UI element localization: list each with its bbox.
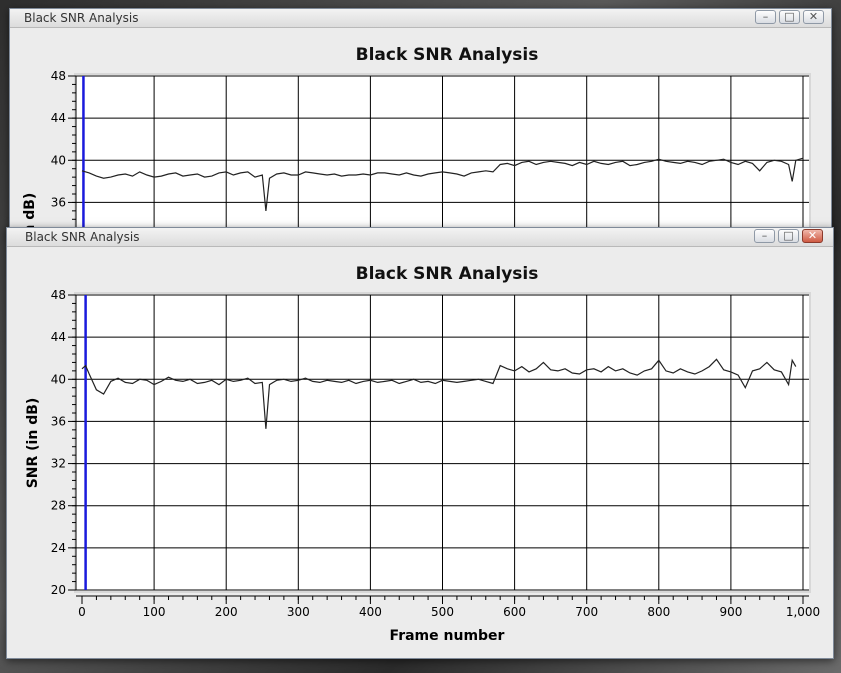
- maximize-icon: □: [783, 229, 794, 242]
- x-tick-label: 200: [215, 605, 238, 619]
- y-tick-label: 48: [51, 288, 66, 302]
- snr-chart: Black SNR Analysis 48 44 40 36 32 28 24 20 SNR (i…: [25, 264, 820, 644]
- y-tick-label: 24: [51, 541, 66, 555]
- minimize-button[interactable]: –: [754, 229, 775, 243]
- y-tick-label: 28: [51, 499, 66, 513]
- window-title: Black SNR Analysis: [25, 230, 140, 244]
- x-tick-label: 300: [287, 605, 310, 619]
- x-tick-label: 700: [575, 605, 598, 619]
- y-tick-label: 36: [51, 195, 66, 209]
- minimize-icon: –: [762, 10, 769, 23]
- chart-title: Black SNR Analysis: [356, 264, 539, 284]
- x-tick-label: 900: [719, 605, 742, 619]
- x-tick-label: 100: [143, 605, 166, 619]
- close-button[interactable]: ✕: [803, 10, 824, 24]
- chart-title: Black SNR Analysis: [356, 45, 539, 65]
- y-tick-label: 40: [51, 153, 66, 167]
- x-tick-label: 400: [359, 605, 382, 619]
- x-tick-label: 600: [503, 605, 526, 619]
- maximize-icon: □: [784, 10, 795, 23]
- minimize-button[interactable]: –: [755, 10, 776, 24]
- close-icon: ✕: [807, 229, 818, 242]
- snr-chart: Black SNR Analysis48444036SNR (in dB): [22, 45, 811, 239]
- maximize-button[interactable]: □: [778, 229, 799, 243]
- window-titlebar[interactable]: Black SNR Analysis – □ ✕: [7, 228, 833, 247]
- y-tick-label: 36: [51, 414, 66, 428]
- x-tick-label: 800: [647, 605, 670, 619]
- maximize-button[interactable]: □: [779, 10, 800, 24]
- y-tick-label: 44: [51, 330, 66, 344]
- y-tick-label: 44: [51, 111, 66, 125]
- y-tick-label: 40: [51, 372, 66, 386]
- y-axis-label: SNR (in dB): [25, 398, 41, 489]
- window-titlebar[interactable]: Black SNR Analysis – □ ✕: [10, 9, 831, 28]
- x-tick-label: 500: [431, 605, 454, 619]
- snr-window-front[interactable]: Black SNR Analysis – □ ✕ Black SNR Analy…: [6, 227, 834, 659]
- minimize-icon: –: [761, 229, 768, 242]
- y-tick-label: 32: [51, 457, 66, 471]
- window-title: Black SNR Analysis: [24, 11, 139, 25]
- close-icon: ✕: [808, 10, 819, 23]
- y-tick-label: 48: [51, 69, 66, 83]
- y-tick-label: 20: [51, 583, 66, 597]
- x-tick-label: 0: [78, 605, 86, 619]
- x-axis-label: Frame number: [390, 628, 505, 644]
- close-button[interactable]: ✕: [802, 229, 823, 243]
- snr-window-back[interactable]: Black SNR Analysis – □ ✕ Black SNR Analy…: [9, 8, 832, 240]
- x-tick-label: 1,000: [786, 605, 820, 619]
